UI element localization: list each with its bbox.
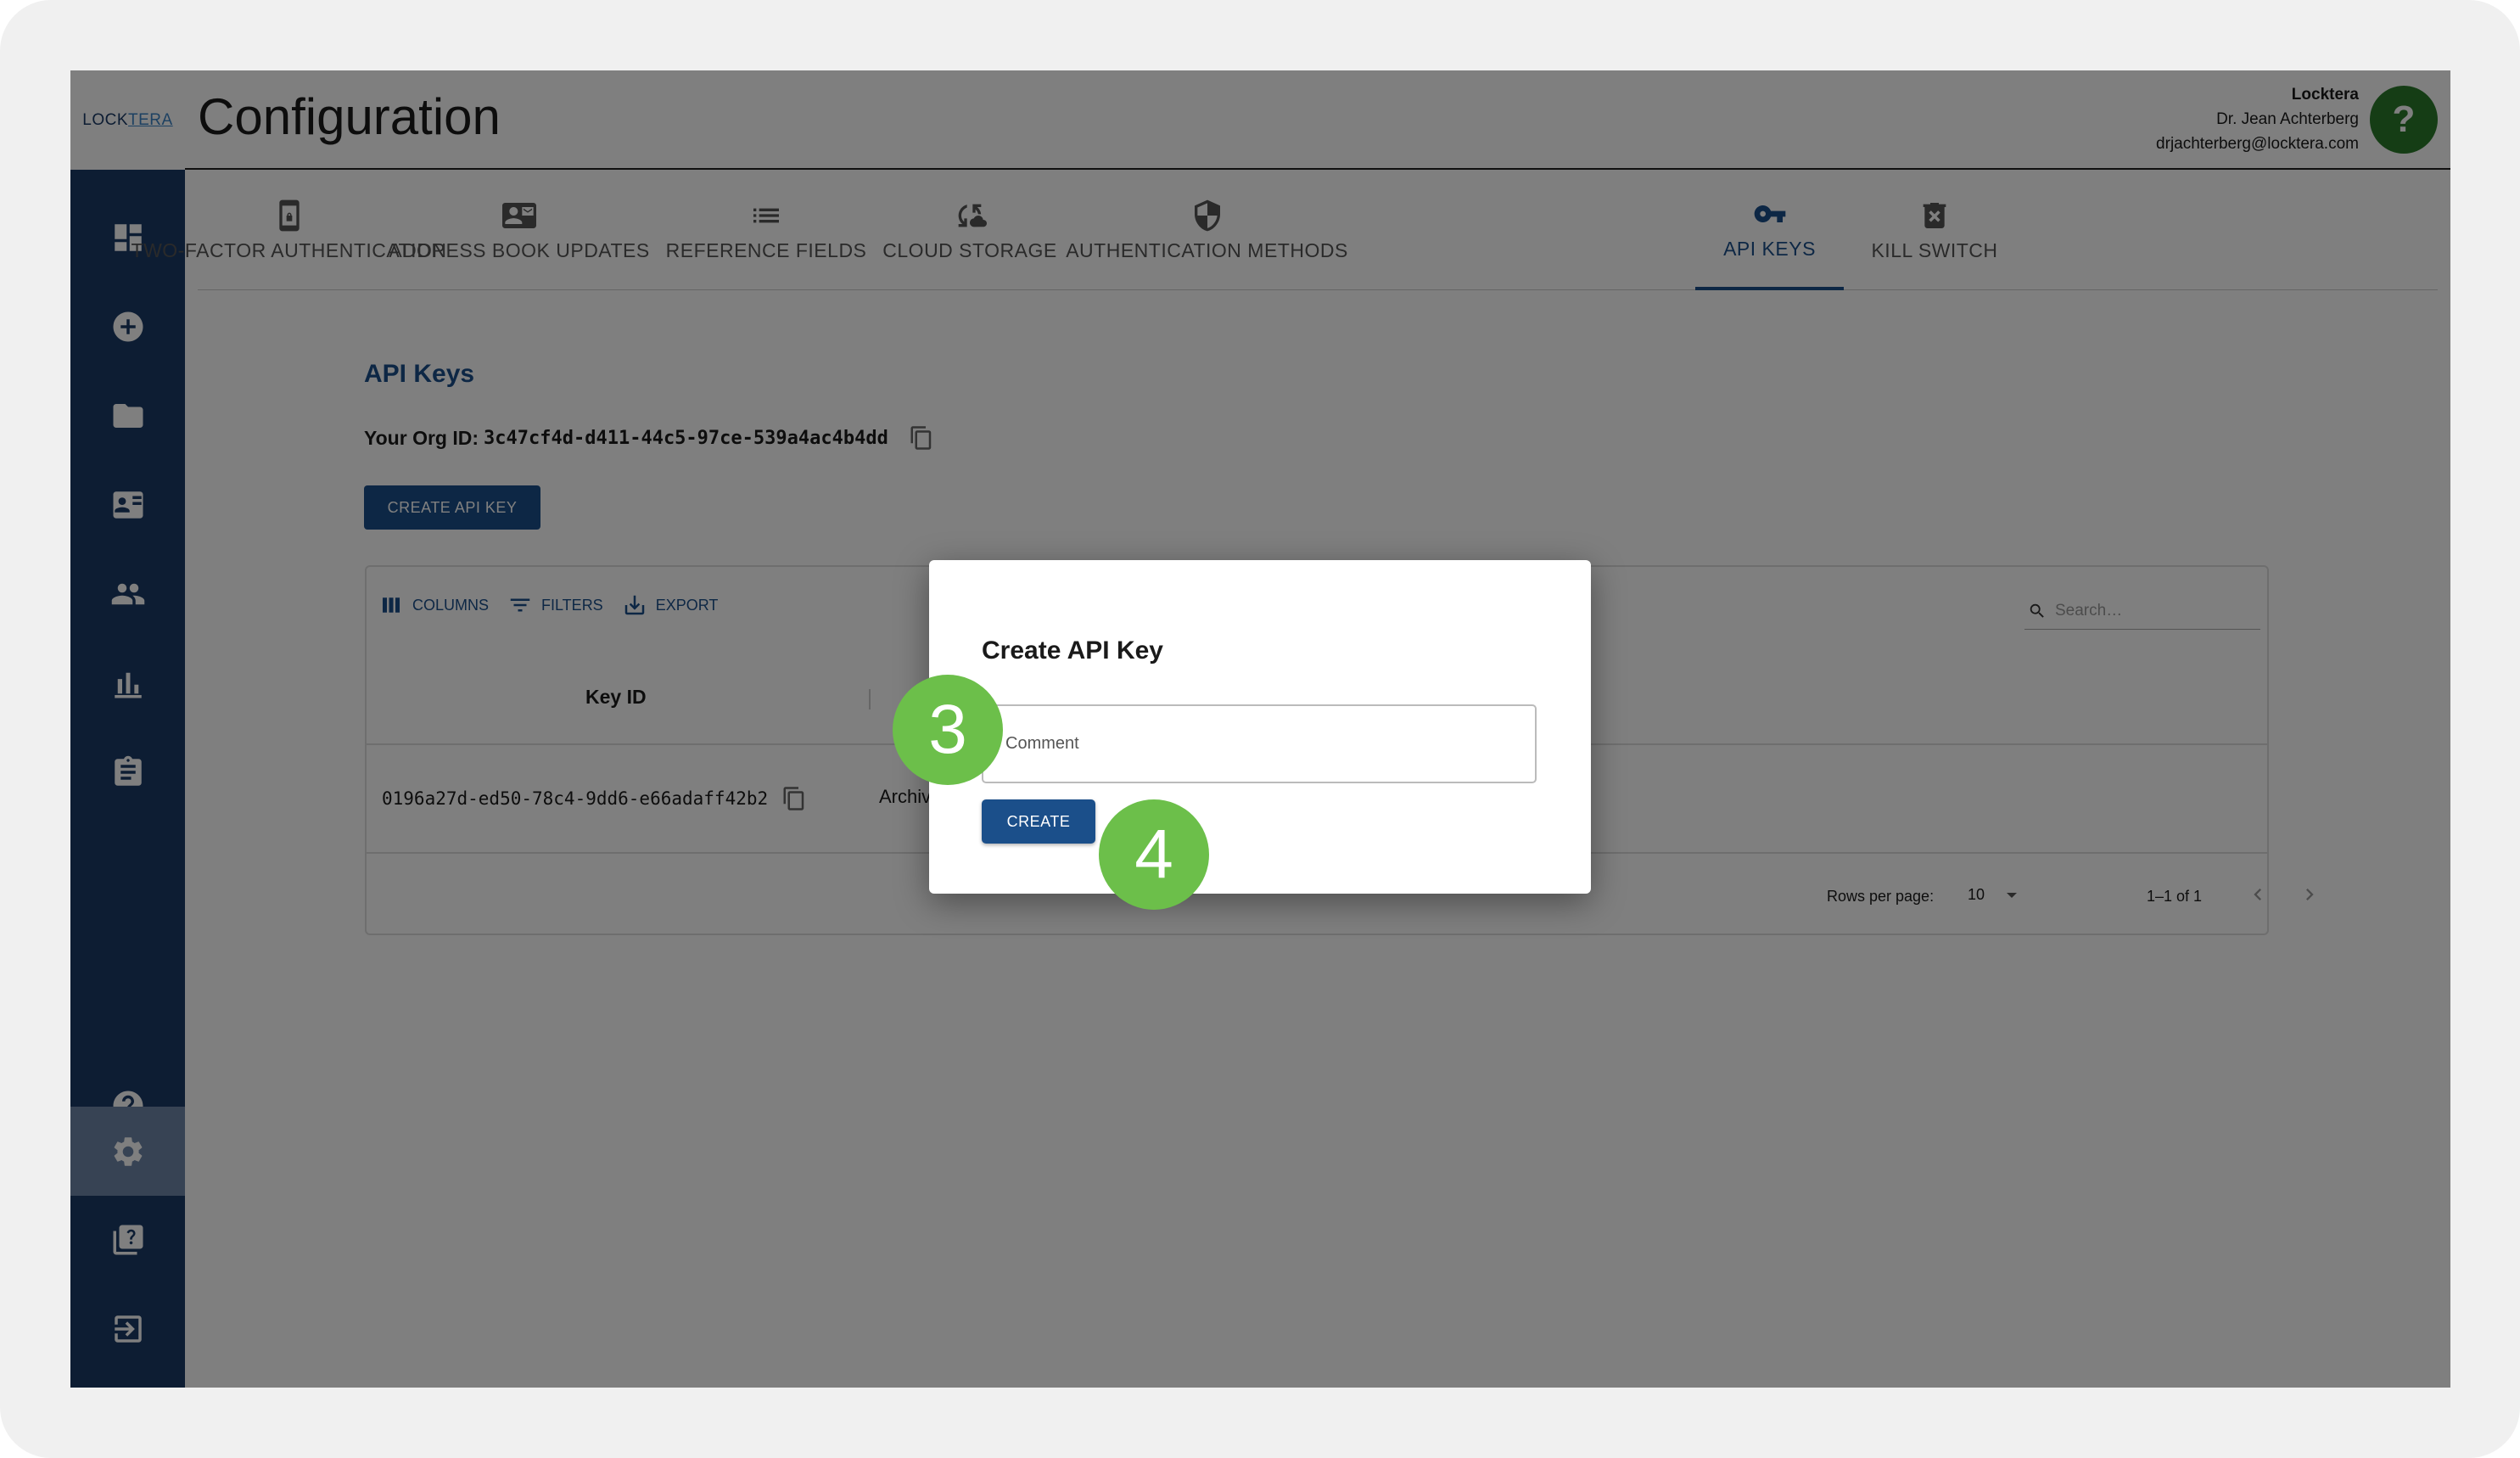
app-window: LOCKTERA — [70, 70, 2450, 1388]
dialog-title: Create API Key — [982, 636, 1163, 665]
create-button[interactable]: CREATE — [982, 799, 1095, 844]
create-api-key-dialog: Create API Key Comment CREATE — [929, 560, 1591, 894]
step-badge-4: 4 — [1099, 799, 1209, 910]
comment-placeholder: Comment — [1005, 734, 1079, 753]
comment-input[interactable]: Comment — [982, 704, 1537, 783]
step-badge-3: 3 — [893, 675, 1003, 785]
